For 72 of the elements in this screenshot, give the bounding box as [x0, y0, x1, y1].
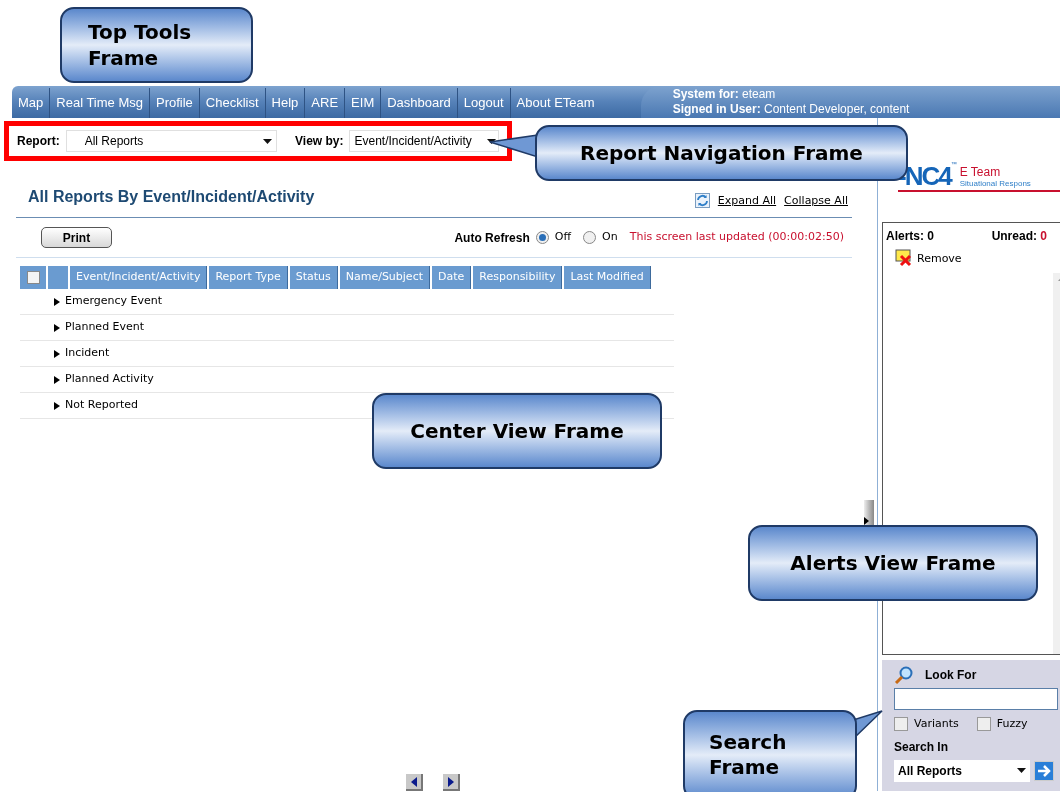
nav-menu-item[interactable]: Profile	[150, 88, 200, 118]
nav-menu-item[interactable]: Dashboard	[381, 88, 458, 118]
radio-label: Off	[554, 229, 572, 246]
nav-menu-item[interactable]: Checklist	[199, 88, 266, 118]
checkbox-label: Variants	[914, 716, 959, 732]
look-for-label: Look For	[925, 667, 977, 684]
column-header[interactable]: Name/Subject	[339, 266, 430, 289]
view-by-dropdown[interactable]: Event/Incident/Activity	[349, 130, 499, 152]
splitter-handle[interactable]	[864, 500, 874, 525]
collapse-all-link[interactable]: Collapse All	[784, 192, 848, 209]
callout: Alerts View Frame	[748, 525, 1038, 601]
search-icon	[894, 666, 913, 684]
group-row-label[interactable]: Not Reported	[65, 397, 138, 414]
checkbox[interactable]	[894, 717, 908, 732]
group-row-label[interactable]: Emergency Event	[65, 293, 163, 310]
collapsed-arrow-icon[interactable]	[54, 323, 60, 332]
callout: Search Frame	[683, 710, 857, 792]
search-in-dropdown[interactable]: All Reports	[894, 759, 1030, 782]
view-by-label: View by:	[295, 133, 344, 150]
dropdown-caret-icon	[1017, 768, 1026, 773]
last-updated-text: This screen last updated (00:00:02:50)	[629, 229, 844, 246]
page-title: All Reports By Event/Incident/Activity	[28, 187, 315, 207]
remove-button[interactable]: Remove	[895, 249, 962, 267]
print-button[interactable]: Print	[41, 227, 112, 248]
column-header[interactable]: Last Modified	[564, 266, 651, 289]
previous-page-button[interactable]	[406, 774, 423, 791]
collapsed-arrow-icon[interactable]	[54, 375, 60, 384]
auto-refresh-label: Auto Refresh	[454, 229, 530, 247]
column-header[interactable]: Event/Incident/Activity	[70, 266, 208, 289]
right-arrow-icon	[864, 517, 869, 525]
go-button[interactable]	[1034, 760, 1054, 781]
group-row-label[interactable]: Planned Activity	[65, 371, 154, 388]
nav-menu-item[interactable]: Logout	[457, 88, 511, 118]
callout: Top Tools Frame	[60, 7, 253, 83]
select-all-checkbox[interactable]	[26, 271, 40, 284]
collapsed-arrow-icon[interactable]	[54, 349, 60, 358]
column-header[interactable]: Report Type	[209, 266, 288, 289]
right-arrow-icon	[447, 776, 454, 787]
refresh-icon[interactable]	[694, 193, 710, 209]
radio-label: On	[602, 229, 618, 246]
checkbox-label: Fuzzy	[996, 716, 1028, 732]
table-header-cell	[48, 266, 68, 289]
group-row-label[interactable]: Incident	[65, 345, 110, 362]
callout: Center View Frame	[372, 393, 662, 469]
report-dropdown[interactable]: All Reports	[65, 130, 277, 152]
dropdown-caret-icon	[263, 138, 272, 144]
nav-menu-item[interactable]: Help	[265, 88, 306, 118]
radio-button[interactable]	[583, 231, 597, 244]
unread-count: Unread: 0	[991, 228, 1047, 245]
nav-menu-item[interactable]: Map	[12, 88, 51, 118]
nav-menu-item[interactable]: ARE	[305, 88, 346, 118]
collapsed-arrow-icon[interactable]	[54, 401, 60, 410]
collapsed-arrow-icon[interactable]	[54, 297, 60, 306]
next-page-button[interactable]	[443, 774, 460, 791]
column-header[interactable]: Date	[432, 266, 472, 289]
nav-menu-item[interactable]: Real Time Msg	[50, 88, 150, 118]
column-header[interactable]: Status	[289, 266, 338, 289]
report-label: Report:	[17, 133, 60, 150]
left-arrow-icon	[410, 776, 417, 787]
search-in-label: Search In	[894, 738, 950, 756]
group-row-label[interactable]: Planned Event	[65, 319, 145, 336]
checkbox[interactable]	[976, 717, 991, 732]
nav-menu-item[interactable]: About ETeam	[510, 88, 601, 118]
system-info: System for: eteam	[672, 87, 777, 102]
search-field[interactable]	[894, 688, 1058, 710]
expand-all-link[interactable]: Expand All	[717, 192, 777, 209]
nav-menu-item[interactable]: EIM	[345, 88, 382, 118]
radio-button[interactable]	[535, 231, 549, 244]
column-header[interactable]: Responsibility	[473, 266, 563, 289]
right-arrow-icon	[1037, 764, 1051, 777]
alerts-count: Alerts: 0	[886, 228, 935, 245]
signed-in-user: Signed in User: Content Developer, content	[672, 102, 911, 117]
